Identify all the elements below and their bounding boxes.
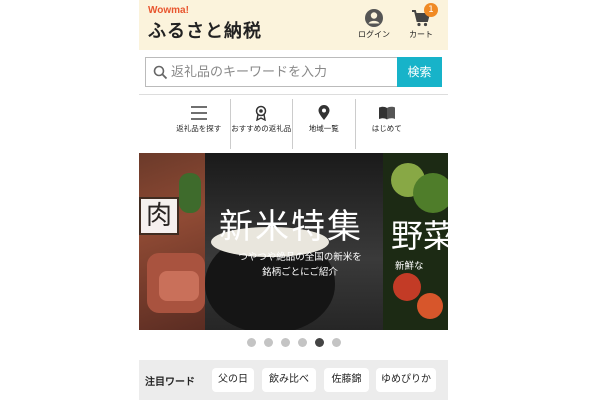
header-divider — [139, 94, 448, 95]
banner-carousel[interactable]: 肉 新米特集 つやつや絶品の全国の新米を 銘柄ごとにご紹介 野菜 新鮮な — [139, 153, 448, 330]
cart-label: カート — [409, 30, 433, 39]
carousel-dot[interactable] — [332, 338, 341, 347]
banner-slide-meat[interactable]: 肉 — [139, 153, 205, 330]
keyword-chip[interactable]: 佐藤錦 — [324, 368, 369, 392]
banner-slide-vegetables[interactable]: 野菜 新鮮な — [383, 153, 448, 330]
menu-icon — [190, 106, 207, 120]
carousel-dot[interactable] — [298, 338, 307, 347]
nav-label-first-time: はじめて — [371, 124, 402, 133]
meat-image-detail — [159, 271, 199, 301]
carousel-dot[interactable] — [281, 338, 290, 347]
keyword-chip[interactable]: ゆめぴりか — [376, 368, 436, 392]
nav-item-first-time[interactable]: はじめて — [356, 99, 419, 149]
carousel-dot[interactable] — [264, 338, 273, 347]
search-button[interactable]: 検索 — [397, 57, 442, 87]
vegetable-banner-subtitle: 新鮮な — [395, 261, 424, 272]
nav-item-recommended[interactable]: おすすめの返礼品 — [231, 99, 293, 149]
banner-subtitle-line2: 銘柄ごとにご紹介 — [262, 267, 338, 278]
carousel-pagination — [247, 338, 341, 348]
search-bar: 検索 — [145, 57, 442, 87]
nav-item-browse[interactable]: 返礼品を探す — [168, 99, 231, 149]
brand-title[interactable]: ふるさと納税 — [148, 17, 262, 43]
nav-label-regions: 地域一覧 — [308, 124, 339, 133]
trending-keywords-title: 注目ワード — [145, 377, 195, 388]
trending-keywords: 注目ワード 父の日 飲み比べ 佐藤錦 ゆめぴりか — [139, 360, 448, 400]
user-icon — [365, 9, 383, 27]
banner-slide-new-rice[interactable]: 新米特集 つやつや絶品の全国の新米を 銘柄ごとにご紹介 — [205, 153, 383, 330]
login-button[interactable]: ログイン — [354, 6, 394, 46]
map-pin-icon — [318, 105, 330, 120]
brand-wowma[interactable]: Wowma! — [148, 5, 189, 16]
vegetable-banner-title: 野菜 — [391, 217, 448, 255]
nav-label-recommended: おすすめの返礼品 — [231, 124, 292, 133]
banner-subtitle-line1: つやつや絶品の全国の新米を — [238, 252, 362, 263]
cart-button[interactable]: カート 1 — [401, 3, 441, 46]
nav-label-browse: 返礼品を探す — [176, 124, 222, 133]
category-nav: 返礼品を探す おすすめの返礼品 地域一覧 はじめて — [168, 99, 418, 149]
keyword-chip[interactable]: 父の日 — [212, 368, 254, 392]
carousel-dot[interactable] — [315, 338, 324, 347]
search-icon — [153, 65, 168, 80]
herb-decoration — [179, 173, 201, 213]
banner-title: 新米特集 — [219, 207, 363, 247]
carousel-dot[interactable] — [247, 338, 256, 347]
login-label: ログイン — [358, 30, 390, 39]
cart-count-badge: 1 — [424, 3, 438, 17]
nav-item-regions[interactable]: 地域一覧 — [293, 99, 356, 149]
search-box — [145, 57, 397, 87]
site-header: Wowma! ふるさと納税 ログイン カート 1 — [139, 0, 448, 50]
search-input[interactable] — [171, 58, 393, 86]
mobile-page: Wowma! ふるさと納税 ログイン カート 1 返礼品のキーワードを入力 検索… — [139, 0, 448, 400]
meat-banner-title: 肉 — [139, 197, 179, 235]
keyword-chip[interactable]: 飲み比べ — [262, 368, 316, 392]
book-icon — [378, 106, 395, 120]
award-icon — [256, 105, 267, 121]
banner-subtitle: つやつや絶品の全国の新米を 銘柄ごとにご紹介 — [225, 250, 375, 280]
vegetable-image — [413, 173, 448, 213]
tomato-image — [417, 293, 443, 319]
tomato-image — [393, 273, 421, 301]
